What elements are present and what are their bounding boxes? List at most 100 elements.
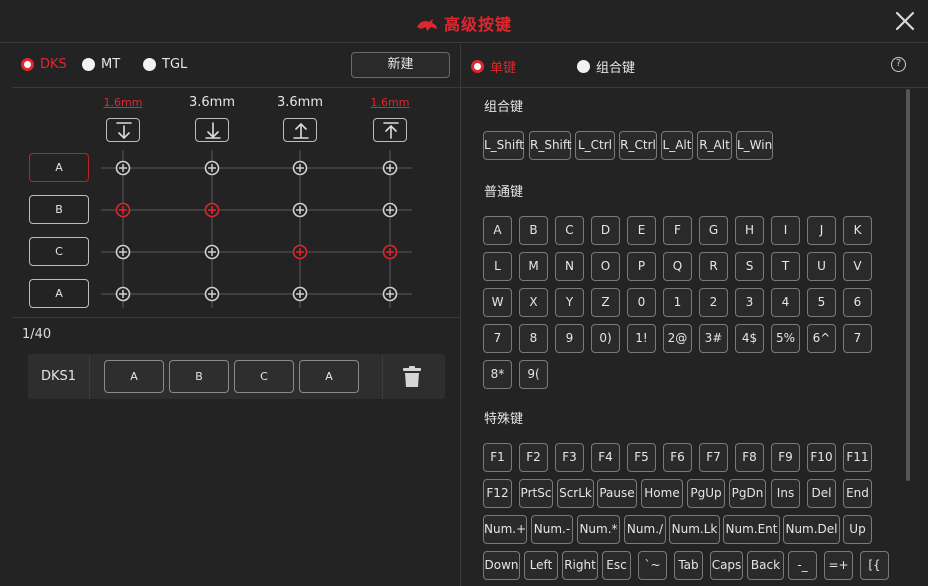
normal-key[interactable]: 2 — [699, 288, 728, 317]
special-key[interactable]: =+ — [824, 551, 853, 580]
trigger-node-icon[interactable] — [115, 244, 131, 260]
normal-key[interactable]: Q — [663, 252, 692, 281]
special-key[interactable]: F9 — [771, 443, 800, 472]
trigger-node-active-icon[interactable] — [115, 202, 131, 218]
normal-key[interactable]: E — [627, 216, 656, 245]
special-key[interactable]: [{ — [860, 551, 889, 580]
special-key[interactable]: Down — [483, 551, 520, 580]
normal-key[interactable]: F — [663, 216, 692, 245]
close-icon[interactable] — [894, 10, 916, 32]
special-key[interactable]: Esc — [602, 551, 631, 580]
combo-key[interactable]: R_Shift — [529, 131, 572, 160]
special-key[interactable]: Back — [747, 551, 784, 580]
special-key[interactable]: F11 — [843, 443, 872, 472]
combo-key[interactable]: R_Alt — [697, 131, 732, 160]
special-key[interactable]: F4 — [591, 443, 620, 472]
normal-key[interactable]: A — [483, 216, 512, 245]
trigger-node-active-icon[interactable] — [382, 244, 398, 260]
normal-key[interactable]: T — [771, 252, 800, 281]
normal-key[interactable]: B — [519, 216, 548, 245]
normal-key[interactable]: M — [519, 252, 548, 281]
trigger-node-icon[interactable] — [382, 160, 398, 176]
normal-key[interactable]: 0 — [627, 288, 656, 317]
special-key[interactable]: PgUp — [687, 479, 725, 508]
special-key[interactable]: F2 — [519, 443, 548, 472]
trigger-node-icon[interactable] — [204, 160, 220, 176]
normal-key[interactable]: X — [519, 288, 548, 317]
normal-key[interactable]: 6 — [843, 288, 872, 317]
normal-key[interactable]: 7 — [483, 324, 512, 353]
normal-key[interactable]: 3 — [735, 288, 764, 317]
special-key[interactable]: Home — [641, 479, 683, 508]
normal-key[interactable]: 8 — [519, 324, 548, 353]
trigger-node-icon[interactable] — [115, 286, 131, 302]
dks-entry-key[interactable]: A — [104, 360, 164, 393]
trigger-node-active-icon[interactable] — [204, 202, 220, 218]
combo-key[interactable]: L_Win — [736, 131, 773, 160]
normal-key[interactable]: Y — [555, 288, 584, 317]
normal-key[interactable]: I — [771, 216, 800, 245]
normal-key[interactable]: R — [699, 252, 728, 281]
trigger-node-icon[interactable] — [204, 286, 220, 302]
trash-icon[interactable] — [402, 366, 422, 388]
normal-key[interactable]: O — [591, 252, 620, 281]
keytype-radio-combo[interactable]: 组合键 — [577, 57, 635, 76]
normal-key[interactable]: J — [807, 216, 836, 245]
special-key[interactable]: F1 — [483, 443, 512, 472]
normal-key[interactable]: D — [591, 216, 620, 245]
special-key[interactable]: Num.* — [577, 515, 620, 544]
special-key[interactable]: Caps — [710, 551, 743, 580]
special-key[interactable]: Ins — [771, 479, 800, 508]
special-key[interactable]: -_ — [788, 551, 817, 580]
normal-key[interactable]: 6^ — [807, 324, 836, 353]
trigger-node-active-icon[interactable] — [292, 244, 308, 260]
normal-key[interactable]: P — [627, 252, 656, 281]
special-key[interactable]: F5 — [627, 443, 656, 472]
normal-key[interactable]: V — [843, 252, 872, 281]
special-key[interactable]: Num.+ — [483, 515, 527, 544]
special-key[interactable]: Pause — [597, 479, 637, 508]
trigger-node-icon[interactable] — [115, 160, 131, 176]
combo-key[interactable]: L_Ctrl — [575, 131, 615, 160]
normal-key[interactable]: 9( — [519, 360, 548, 389]
trigger-node-icon[interactable] — [292, 286, 308, 302]
keytype-radio-single[interactable]: 单键 — [471, 57, 516, 76]
special-key[interactable]: F3 — [555, 443, 584, 472]
special-key[interactable]: Tab — [674, 551, 703, 580]
trigger-node-icon[interactable] — [382, 202, 398, 218]
special-key[interactable]: F8 — [735, 443, 764, 472]
combo-key[interactable]: L_Shift — [483, 131, 524, 160]
trigger-node-icon[interactable] — [292, 202, 308, 218]
normal-key[interactable]: L — [483, 252, 512, 281]
special-key[interactable]: Left — [524, 551, 558, 580]
special-key[interactable]: PrtSc — [519, 479, 553, 508]
special-key[interactable]: Del — [807, 479, 836, 508]
normal-key[interactable]: 1 — [663, 288, 692, 317]
normal-key[interactable]: G — [699, 216, 728, 245]
special-key[interactable]: F6 — [663, 443, 692, 472]
normal-key[interactable]: 0) — [591, 324, 620, 353]
scrollbar-thumb[interactable] — [906, 89, 910, 481]
normal-key[interactable]: S — [735, 252, 764, 281]
normal-key[interactable]: 5% — [771, 324, 800, 353]
normal-key[interactable]: 5 — [807, 288, 836, 317]
special-key[interactable]: Num.Lk — [669, 515, 720, 544]
dks-entry-key[interactable]: C — [234, 360, 294, 393]
normal-key[interactable]: 1! — [627, 324, 656, 353]
normal-key[interactable]: 3# — [699, 324, 728, 353]
normal-key[interactable]: U — [807, 252, 836, 281]
normal-key[interactable]: K — [843, 216, 872, 245]
normal-key[interactable]: 4 — [771, 288, 800, 317]
normal-key[interactable]: 4$ — [735, 324, 764, 353]
normal-key[interactable]: 9 — [555, 324, 584, 353]
special-key[interactable]: Num.Del — [783, 515, 840, 544]
special-key[interactable]: Up — [843, 515, 872, 544]
normal-key[interactable]: Z — [591, 288, 620, 317]
special-key[interactable]: Right — [562, 551, 598, 580]
special-key[interactable]: PgDn — [729, 479, 766, 508]
normal-key[interactable]: C — [555, 216, 584, 245]
dks-entry-key[interactable]: A — [299, 360, 359, 393]
special-key[interactable]: `~ — [638, 551, 667, 580]
special-key[interactable]: F7 — [699, 443, 728, 472]
special-key[interactable]: F10 — [807, 443, 836, 472]
